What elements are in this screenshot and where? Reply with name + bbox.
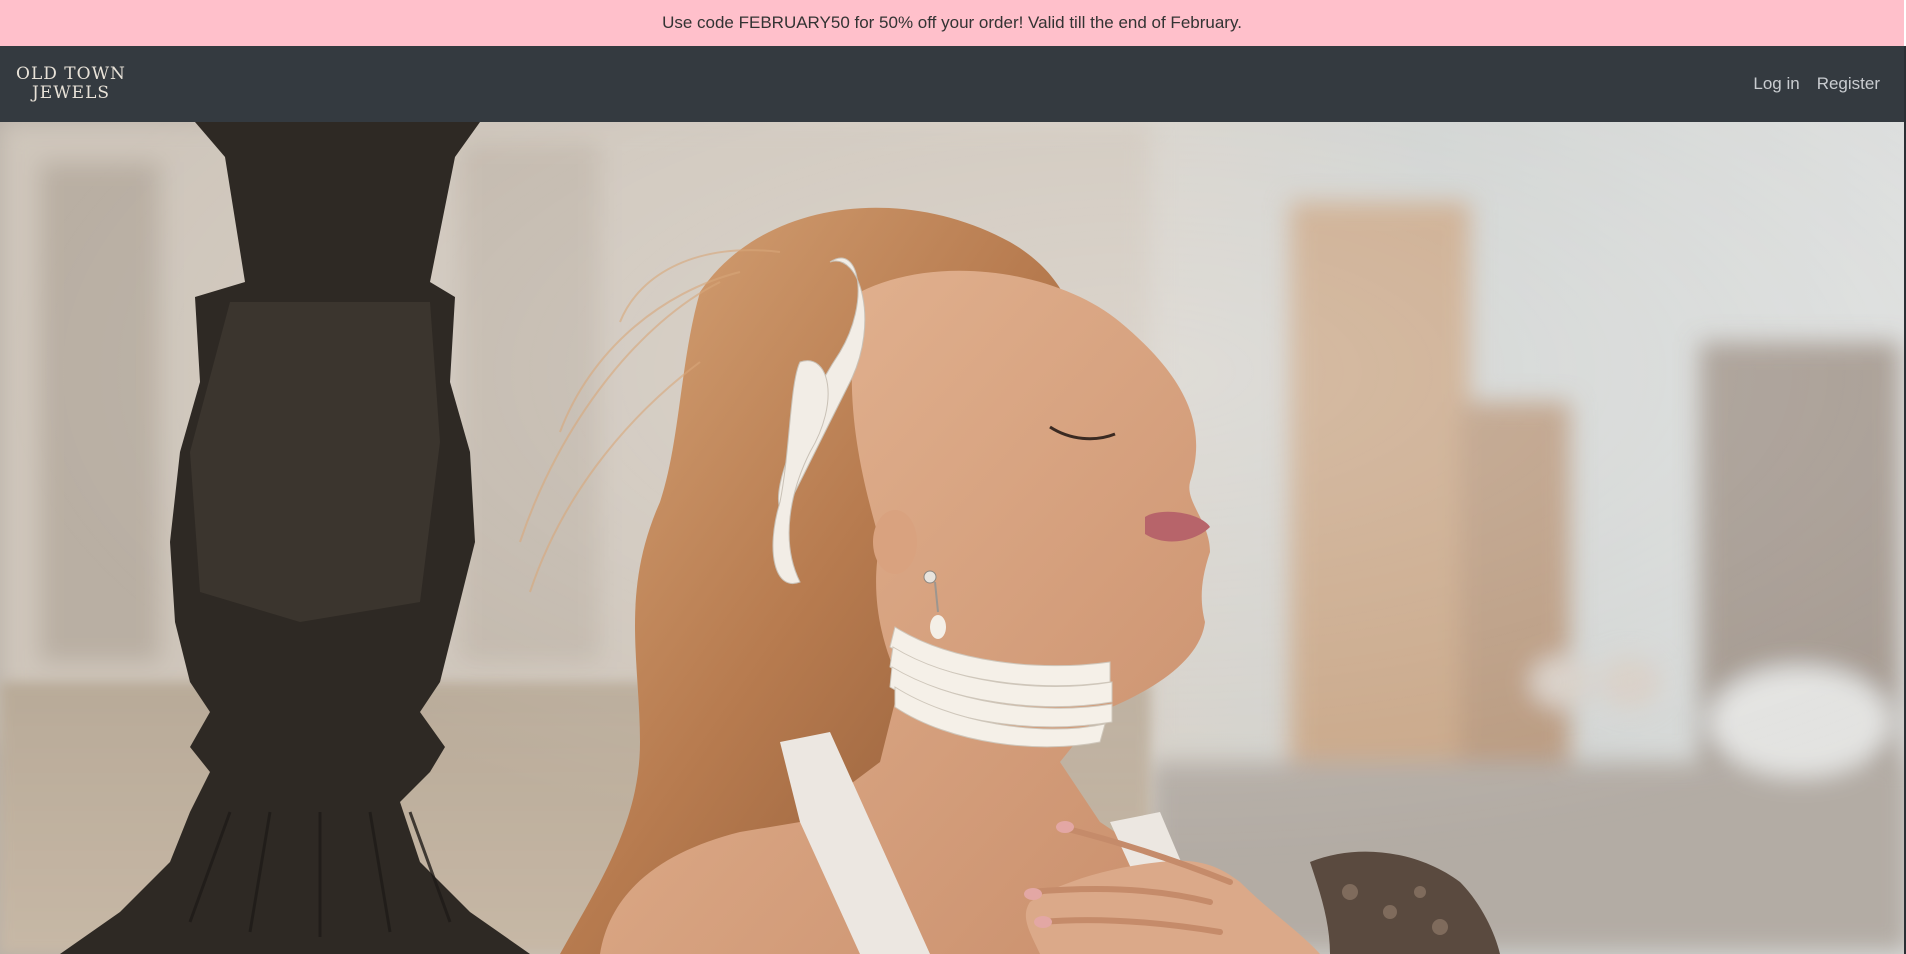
navbar: OLD TOWN JEWELS Log in Register xyxy=(0,46,1904,122)
page: Use code FEBRUARY50 for 50% off your ord… xyxy=(0,0,1906,954)
logo-line1: OLD TOWN xyxy=(16,64,126,84)
register-link[interactable]: Register xyxy=(1817,74,1880,94)
site-logo[interactable]: OLD TOWN JEWELS xyxy=(16,65,126,103)
hero-photo-icon xyxy=(0,122,1904,954)
nav-links: Log in Register xyxy=(1736,74,1880,94)
logo-line2: JEWELS xyxy=(31,83,111,103)
promo-banner: Use code FEBRUARY50 for 50% off your ord… xyxy=(0,0,1906,46)
promo-text: Use code FEBRUARY50 for 50% off your ord… xyxy=(662,13,1242,32)
login-link[interactable]: Log in xyxy=(1753,74,1799,94)
hero-image xyxy=(0,122,1904,954)
